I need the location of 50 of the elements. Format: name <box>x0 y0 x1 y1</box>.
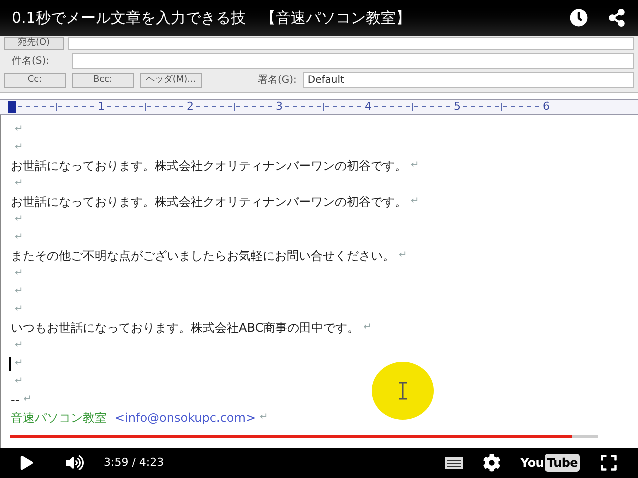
return-mark: ↵ <box>399 251 408 261</box>
ruler-number: 6 <box>543 98 550 115</box>
volume-icon[interactable] <box>66 454 84 472</box>
cursor-highlight-icon <box>372 362 434 420</box>
return-mark: ↵ <box>364 323 372 333</box>
return-mark: ↵ <box>15 377 24 387</box>
return-mark: ↵ <box>15 269 24 279</box>
header-button[interactable]: ヘッダ(M)... <box>140 72 202 88</box>
play-icon[interactable] <box>20 456 34 470</box>
settings-icon[interactable] <box>482 454 501 472</box>
return-mark: ↵ <box>15 143 24 153</box>
ruler-number: 3 <box>276 98 283 115</box>
subject-field[interactable] <box>72 53 634 69</box>
return-mark: ↵ <box>15 305 24 315</box>
body-text-line: -- <box>11 394 20 406</box>
body-text-line: またその他ご不明な点がございましたらお気軽にお問い合せください。 <box>11 250 395 262</box>
signature-email: <info@onsokupc.com> <box>115 412 256 424</box>
header-button[interactable]: Bcc: <box>72 72 134 88</box>
ruler-marker <box>8 101 16 113</box>
ruler-number: 5 <box>454 98 461 115</box>
return-mark: ↵ <box>15 215 24 225</box>
body-text-line: いつもお世話になっております。株式会社ABC商事の田中です。 <box>11 322 360 334</box>
signature-name: 音速パソコン教室 <box>11 412 107 424</box>
ruler-number: 1 <box>98 98 105 115</box>
body-text-line: お世話になっております。株式会社クオリティナンバーワンの初谷です。 <box>11 196 407 208</box>
return-mark: ↵ <box>15 287 24 297</box>
clock-icon[interactable] <box>570 9 588 27</box>
return-mark: ↵ <box>15 233 24 243</box>
return-mark: ↵ <box>15 125 24 135</box>
video-title[interactable]: 0.1秒でメール文章を入力できる技 【音速パソコン教室】 <box>12 6 570 30</box>
signature-select[interactable]: Default <box>302 72 634 88</box>
to-button[interactable]: 宛先(O) <box>4 37 64 50</box>
return-mark: ↵ <box>411 197 420 207</box>
captions-icon[interactable] <box>444 457 463 469</box>
share-icon[interactable] <box>608 9 626 27</box>
signature-label: 署名(G): <box>258 74 297 88</box>
return-mark: ↵ <box>24 395 32 405</box>
return-mark: ↵ <box>15 359 24 369</box>
subject-label: 件名(S): <box>11 54 51 68</box>
fullscreen-icon[interactable] <box>600 454 618 472</box>
ruler-number: 2 <box>187 98 194 115</box>
body-text-line: お世話になっております。株式会社クオリティナンバーワンの初谷です。 <box>11 160 407 172</box>
return-mark: ↵ <box>260 413 268 423</box>
return-mark: ↵ <box>411 161 420 171</box>
to-field[interactable] <box>68 37 634 50</box>
ruler-number: 4 <box>365 98 372 115</box>
return-mark: ↵ <box>15 179 24 189</box>
return-mark: ↵ <box>15 341 24 351</box>
time-display: 3:59 / 4:23 <box>104 454 164 471</box>
header-button[interactable]: Cc: <box>4 72 66 88</box>
